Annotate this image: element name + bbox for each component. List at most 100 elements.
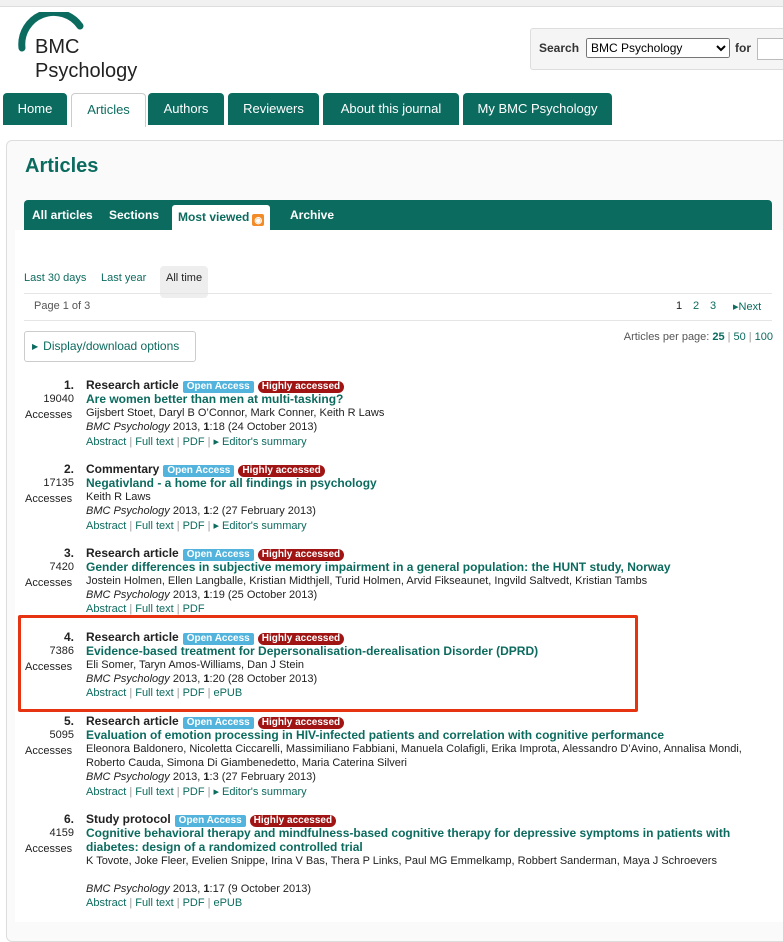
article-type: Commentary Open Access Highly accessed: [86, 462, 325, 477]
articles-subnav: All articles Sections Most viewed ◉ Archi…: [24, 200, 772, 230]
next-label: Next: [738, 301, 762, 313]
article-title-link[interactable]: Negativland - a home for all findings in…: [86, 476, 377, 490]
search-scope-select[interactable]: BMC Psychology: [586, 38, 730, 58]
tab-my-bmc[interactable]: My BMC Psychology: [463, 93, 612, 125]
editors-summary-link[interactable]: ▸ Editor's summary: [213, 436, 306, 448]
article-authors: K Tovote, Joke Fleer, Evelien Snippe, Ir…: [86, 855, 717, 867]
pdf-link[interactable]: PDF: [183, 897, 205, 909]
citation-year: 2013,: [172, 589, 201, 601]
editors-summary-label: Editor's summary: [222, 786, 307, 798]
page-title: Articles: [25, 155, 99, 177]
citation-journal: BMC Psychology: [86, 883, 170, 895]
pdf-link[interactable]: PDF: [183, 520, 205, 532]
highlight-box: [18, 615, 638, 712]
abstract-link[interactable]: Abstract: [86, 897, 126, 909]
article-number: 5.: [63, 714, 74, 728]
pdf-link[interactable]: PDF: [183, 603, 205, 615]
period-last-30-days[interactable]: Last 30 days: [24, 272, 86, 284]
tab-about[interactable]: About this journal: [323, 93, 459, 125]
search-box: Search BMC Psychology for: [530, 28, 783, 70]
accesses-label: Accesses: [25, 409, 73, 421]
per-page-label: Articles per page:: [623, 331, 710, 343]
article-type: Study protocol Open Access Highly accessed: [86, 812, 337, 827]
main-nav: Home Articles Authors Reviewers About th…: [0, 93, 783, 127]
editors-summary-link[interactable]: ▸ Editor's summary: [213, 786, 306, 798]
epub-link[interactable]: ePUB: [213, 897, 242, 909]
page-link-1[interactable]: 1: [676, 300, 682, 312]
article-authors: Jostein Holmen, Ellen Langballe, Kristia…: [86, 575, 648, 587]
per-page-50[interactable]: 50: [734, 331, 746, 343]
display-download-options-button[interactable]: ▶ Display/download options: [24, 331, 196, 362]
article-links: Abstract | Full text | PDF | ePUB: [86, 897, 243, 909]
full-text-link[interactable]: Full text: [135, 603, 174, 615]
article-number: 6.: [63, 812, 74, 826]
article-citation: BMC Psychology 2013, 1:17 (9 October 201…: [86, 883, 311, 895]
subtab-all-articles[interactable]: All articles: [32, 200, 93, 230]
pdf-link[interactable]: PDF: [183, 786, 205, 798]
article-citation: BMC Psychology 2013, 1:2 (27 February 20…: [86, 505, 316, 517]
editors-summary-link[interactable]: ▸ Editor's summary: [213, 520, 306, 532]
articles-per-page: Articles per page: 25 | 50 | 100: [623, 331, 773, 343]
subtab-most-viewed[interactable]: Most viewed ◉: [172, 205, 271, 230]
rss-icon[interactable]: ◉: [252, 214, 265, 226]
period-last-year[interactable]: Last year: [101, 272, 146, 284]
citation-journal: BMC Psychology: [86, 505, 170, 517]
citation-journal: BMC Psychology: [86, 589, 170, 601]
tab-articles[interactable]: Articles: [71, 93, 146, 127]
search-input[interactable]: [757, 38, 783, 60]
article-type-label: Research article: [86, 546, 179, 560]
logo-text-bmc: BMC: [35, 36, 80, 58]
editors-summary-label: Editor's summary: [222, 436, 307, 448]
next-page-link[interactable]: ▸Next: [733, 300, 761, 313]
article-type-label: Study protocol: [86, 812, 171, 826]
per-page-25[interactable]: 25: [712, 331, 724, 343]
article-number: 1.: [63, 378, 74, 392]
per-page-100[interactable]: 100: [755, 331, 773, 343]
abstract-link[interactable]: Abstract: [86, 603, 126, 615]
accesses-label: Accesses: [25, 843, 73, 855]
citation-year: 2013,: [172, 771, 201, 783]
abstract-link[interactable]: Abstract: [86, 436, 126, 448]
pdf-link[interactable]: PDF: [183, 436, 205, 448]
citation-year: 2013,: [172, 421, 201, 433]
article-authors: Keith R Laws: [86, 491, 151, 503]
tab-authors[interactable]: Authors: [148, 93, 224, 125]
access-count: 4159: [49, 827, 74, 839]
subtab-sections[interactable]: Sections: [109, 200, 159, 230]
full-text-link[interactable]: Full text: [135, 436, 174, 448]
article-citation: BMC Psychology 2013, 1:19 (25 October 20…: [86, 589, 317, 601]
full-text-link[interactable]: Full text: [135, 520, 174, 532]
browser-top-strip: [0, 0, 783, 7]
article-title-link[interactable]: Gender differences in subjective memory …: [86, 560, 671, 574]
logo-text-psychology: Psychology: [35, 60, 138, 82]
citation-ref: :18 (24 October 2013): [209, 421, 318, 433]
full-text-link[interactable]: Full text: [135, 786, 174, 798]
article-title-link[interactable]: Are women better than men at multi-taski…: [86, 392, 343, 406]
accesses-label: Accesses: [25, 577, 73, 589]
citation-journal: BMC Psychology: [86, 421, 170, 433]
access-count: 17135: [43, 477, 74, 489]
abstract-link[interactable]: Abstract: [86, 520, 126, 532]
article-citation: BMC Psychology 2013, 1:18 (24 October 20…: [86, 421, 317, 433]
article-number: 2.: [63, 462, 74, 476]
journal-logo[interactable]: BMC Psychology: [18, 12, 148, 88]
subtab-archive[interactable]: Archive: [290, 200, 334, 230]
citation-ref: :19 (25 October 2013): [209, 589, 318, 601]
page-link-3[interactable]: 3: [710, 300, 716, 312]
tab-home[interactable]: Home: [3, 93, 67, 125]
article-authors: Gijsbert Stoet, Daryl B O’Connor, Mark C…: [86, 407, 385, 419]
accesses-label: Accesses: [25, 745, 73, 757]
article-links: Abstract | Full text | PDF | ▸ Editor's summar…: [86, 786, 307, 798]
tab-reviewers[interactable]: Reviewers: [228, 93, 319, 125]
article-type: Research article Open Access Highly access…: [86, 714, 345, 729]
accesses-label: Accesses: [25, 493, 73, 505]
article-type-label: Commentary: [86, 462, 160, 476]
search-label: Search: [539, 41, 580, 55]
abstract-link[interactable]: Abstract: [86, 786, 126, 798]
citation-year: 2013,: [172, 505, 201, 517]
subtab-most-viewed-label: Most viewed: [178, 210, 250, 224]
article-title-link[interactable]: Evaluation of emotion processing in HIV-…: [86, 728, 664, 742]
full-text-link[interactable]: Full text: [135, 897, 174, 909]
page-link-2[interactable]: 2: [693, 300, 699, 312]
article-title-link[interactable]: Cognitive behavioral therapy and mindful…: [86, 826, 766, 854]
